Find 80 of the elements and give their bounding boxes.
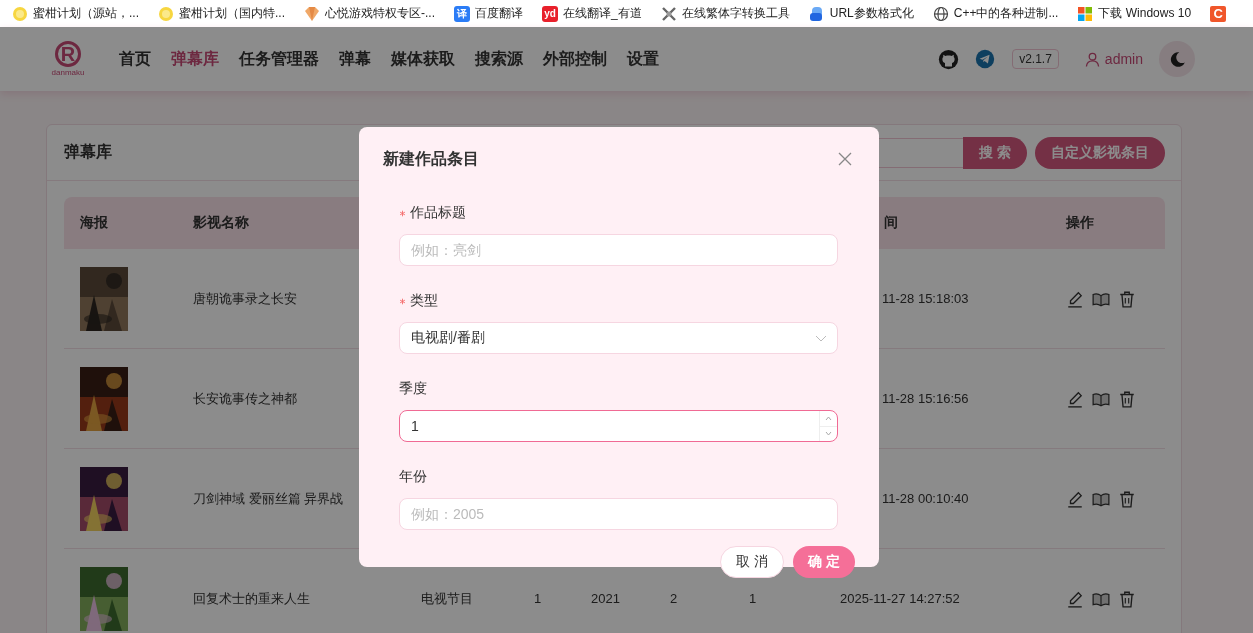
card-title: 弹幕库: [64, 142, 112, 162]
trash-icon[interactable]: [1118, 289, 1136, 308]
table-cell: 唐朝诡事录之长安: [193, 290, 297, 306]
close-icon: [837, 150, 853, 167]
bookmark-link[interactable]: URL参数格式化: [829, 5, 914, 22]
nav-link[interactable]: 弹幕: [339, 48, 371, 70]
field-label: 年份: [399, 468, 427, 486]
cloud-icon: [808, 5, 825, 22]
type-select[interactable]: 电视剧/番剧: [399, 322, 838, 354]
search-button[interactable]: 搜 索: [963, 136, 1027, 169]
table-cell: 11-28 00:10:40: [882, 491, 969, 506]
telegram-icon[interactable]: [975, 49, 996, 69]
input-field[interactable]: 例如：2005: [399, 498, 838, 530]
table-cell: 电视节目: [421, 590, 473, 606]
moon-icon: [1168, 50, 1186, 68]
close-button[interactable]: [837, 150, 853, 167]
edit-icon[interactable]: [1066, 589, 1084, 608]
letter-logo: C: [1210, 5, 1227, 22]
table-cell: 回复术士的重来人生: [193, 590, 310, 606]
windows-icon: [1077, 5, 1094, 22]
globe-icon: [932, 5, 949, 22]
table-cell: 1: [534, 591, 542, 606]
table-cell: 2025-11-27 14:27:52: [840, 591, 960, 606]
gem-icon: [304, 5, 321, 22]
bookmark-link[interactable]: 蜜柑计划（国内特...: [179, 5, 286, 22]
chevron-down-icon: [825, 430, 832, 438]
nav-link[interactable]: 设置: [627, 48, 659, 70]
nav-link[interactable]: 任务管理器: [239, 48, 319, 70]
trash-icon[interactable]: [1118, 489, 1136, 508]
table-cell: 2021: [591, 591, 620, 606]
nav-link[interactable]: 媒体获取: [391, 48, 455, 70]
table-cell: 2: [670, 591, 678, 606]
trash-icon[interactable]: [1118, 389, 1136, 408]
bookmark-link[interactable]: 心悦游戏特权专区-...: [325, 5, 436, 22]
trash-icon[interactable]: [1118, 589, 1136, 608]
user-icon: [1084, 51, 1100, 67]
bookmark-link[interactable]: C++中的各种进制...: [953, 5, 1059, 22]
field-label: 作品标题: [410, 204, 466, 222]
nav-link[interactable]: 首页: [119, 48, 151, 70]
input-field[interactable]: 例如：亮剑: [399, 234, 838, 266]
asterisk-icon: [399, 297, 406, 305]
edit-icon[interactable]: [1066, 289, 1084, 308]
dialog-title: 新建作品条目: [383, 149, 479, 169]
field-label: 季度: [399, 380, 427, 398]
bookmark-link[interactable]: 蜜柑计划（源站，...: [33, 5, 139, 22]
knot-icon: [660, 5, 677, 22]
edit-icon[interactable]: [1066, 389, 1084, 408]
bookmark-link[interactable]: 在线翻译_有道: [563, 5, 642, 22]
logo-text: danmaku: [51, 68, 85, 77]
nav-link[interactable]: 弹幕库: [171, 48, 219, 70]
table-cell: 1: [749, 591, 757, 606]
edit-icon[interactable]: [1066, 489, 1084, 508]
table-cell: 11-28 15:18:03: [882, 291, 969, 306]
citrus-icon: [12, 5, 28, 22]
bookmark-link[interactable]: 百度翻译: [475, 5, 524, 22]
translate-logo: 译: [454, 5, 471, 22]
confirm-button[interactable]: 确 定: [793, 546, 855, 578]
chevron-up-icon: [825, 414, 832, 422]
nav-link[interactable]: 外部控制: [543, 48, 607, 70]
bookmark-link[interactable]: 在线繁体字转换工具: [681, 5, 790, 22]
version-badge: v2.1.7: [1012, 49, 1059, 69]
asterisk-icon: [399, 209, 406, 217]
column-header: 海报: [79, 214, 109, 232]
bookmark-link[interactable]: 下载 Windows 10: [1098, 5, 1192, 22]
theme-toggle-button[interactable]: [1159, 41, 1195, 77]
table-cell: 刀剑神域 爱丽丝篇 异界战: [193, 490, 344, 506]
column-header: 影视名称: [192, 214, 250, 232]
nav-link[interactable]: 搜索源: [475, 48, 523, 70]
github-icon[interactable]: [938, 48, 960, 70]
field-label: 类型: [410, 292, 438, 310]
cancel-button[interactable]: 取 消: [720, 546, 785, 578]
logo-mark[interactable]: R: [55, 41, 81, 67]
youdao-logo: yd: [542, 5, 559, 22]
column-header: 操作: [1065, 214, 1095, 232]
user-menu[interactable]: admin: [1084, 51, 1143, 67]
table-cell: 11-28 15:16:56: [882, 391, 969, 406]
table-cell: 长安诡事传之神都: [193, 390, 297, 406]
citrus-icon: [158, 5, 174, 22]
custom-entry-button[interactable]: 自定义影视条目: [1035, 136, 1165, 169]
column-header: 间: [883, 214, 899, 232]
